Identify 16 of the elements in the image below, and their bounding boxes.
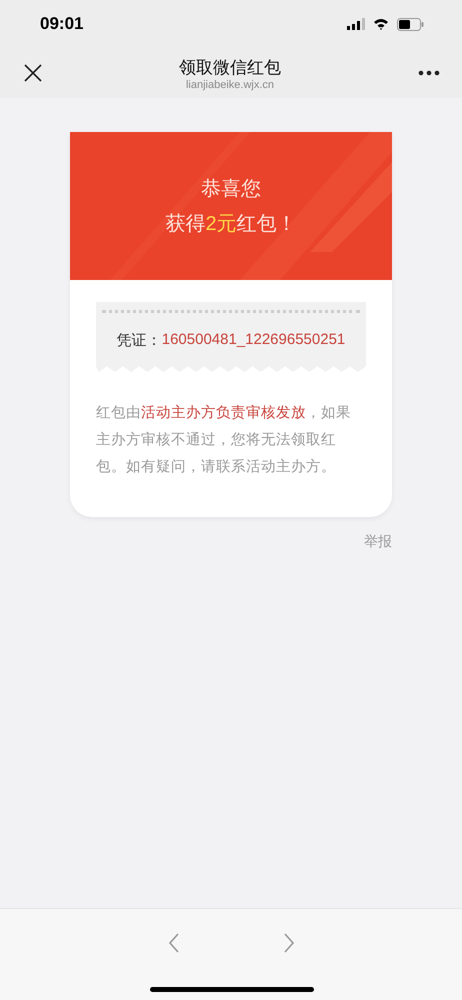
prize-text: 获得2元红包！: [165, 212, 297, 237]
more-icon[interactable]: [418, 70, 440, 76]
forward-icon[interactable]: [282, 933, 294, 953]
status-time: 09:01: [40, 14, 84, 34]
page-title: 领取微信红包: [179, 56, 281, 78]
battery-icon: [397, 18, 424, 30]
close-icon[interactable]: [24, 64, 42, 82]
back-icon[interactable]: [168, 933, 180, 953]
voucher-number: 160500481_122696550251: [162, 331, 346, 350]
voucher-label: 凭证：: [116, 331, 162, 350]
notice-text: 红包由活动主办方负责审核发放，如果主办方审核不通过，您将无法领取红包。如有疑问，请联系活动主办方。: [96, 404, 352, 477]
signal-icon: [347, 18, 365, 30]
page-url: lianjiabeike.wjx.cn: [186, 78, 274, 90]
report-link[interactable]: 举报: [364, 533, 392, 549]
wifi-icon: [373, 18, 389, 30]
greeting-text: 恭喜您: [201, 177, 261, 202]
